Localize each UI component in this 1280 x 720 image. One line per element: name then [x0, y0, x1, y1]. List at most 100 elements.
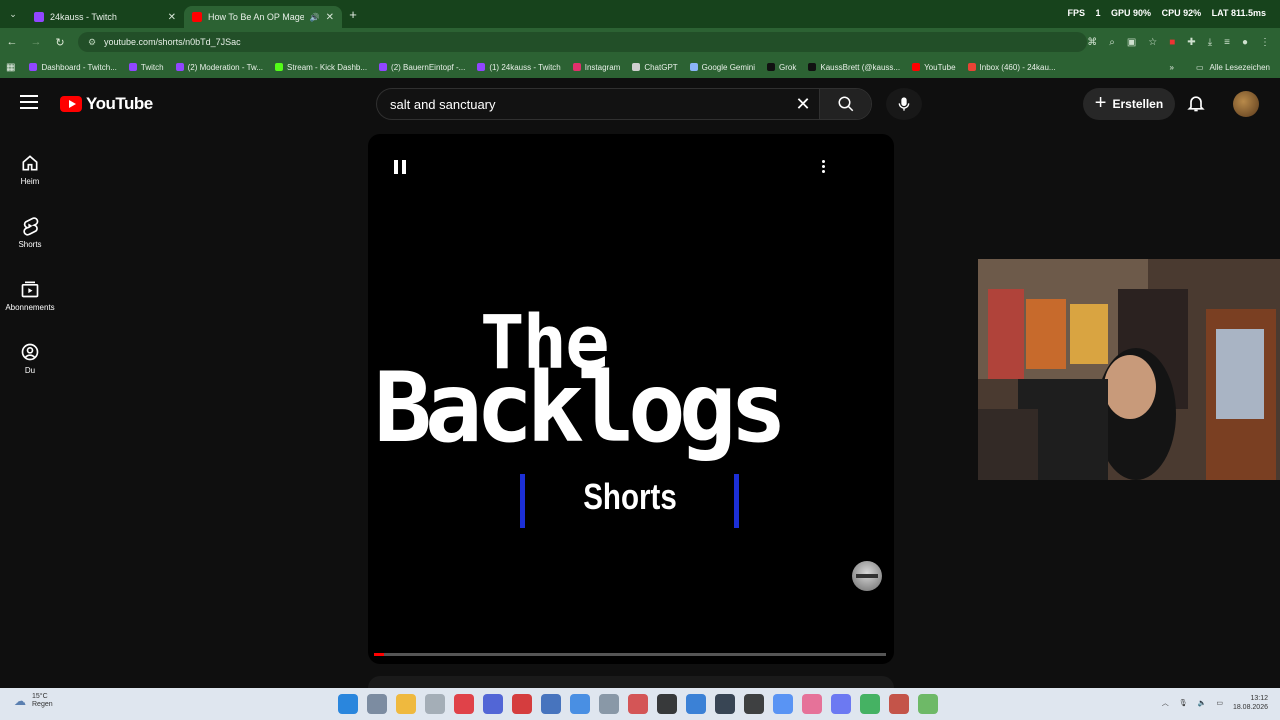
- sidebar-item-you[interactable]: Du: [0, 327, 60, 390]
- menu-kebab-icon[interactable]: ⋮: [1260, 37, 1270, 48]
- tray-chevron-icon[interactable]: ︿: [1162, 698, 1169, 708]
- app-icon[interactable]: [570, 694, 590, 714]
- new-tab-button[interactable]: +: [342, 7, 364, 22]
- app-icon[interactable]: [918, 694, 938, 714]
- bookmark-favicon-icon: [572, 63, 581, 71]
- vpn-icon[interactable]: [483, 694, 503, 714]
- speaker-icon[interactable]: 🔊: [310, 13, 320, 22]
- tab-youtube[interactable]: How To Be An OP Mage Be 🔊 ✕: [184, 6, 342, 28]
- weather-widget[interactable]: ☁ 15°C Regen: [14, 693, 53, 710]
- more-bookmarks-icon[interactable]: »: [1170, 63, 1174, 72]
- youtube-logo[interactable]: YouTube: [60, 94, 153, 114]
- bookmark-item[interactable]: ChatGPT: [632, 63, 678, 72]
- sidebar-item-label: Abonnements: [5, 303, 55, 312]
- discord-icon[interactable]: [831, 694, 851, 714]
- translate-icon[interactable]: ⌘: [1087, 37, 1097, 48]
- bookmark-label: Grok: [779, 62, 797, 72]
- profile-icon[interactable]: ●: [1242, 37, 1248, 48]
- close-tab-icon[interactable]: ✕: [168, 12, 176, 23]
- url-field[interactable]: ⚙ youtube.com/shorts/n0bTd_7JSac: [77, 32, 1088, 52]
- zoom-icon[interactable]: ⌕: [1109, 37, 1115, 48]
- bookmark-item[interactable]: KaussBrett (@kauss...: [808, 63, 900, 72]
- sidebar-item-shorts[interactable]: Shorts: [0, 201, 60, 264]
- search-taskbar-icon[interactable]: [367, 694, 387, 714]
- clock-date: 18.08.2026: [1232, 704, 1268, 712]
- bookmark-item[interactable]: (2) BauernEintopf -...: [379, 63, 465, 72]
- search-button[interactable]: [819, 89, 871, 119]
- all-bookmarks[interactable]: » ▭ Alle Lesezeichen: [1170, 63, 1271, 72]
- app-icon[interactable]: [686, 694, 706, 714]
- adblock-icon[interactable]: ■: [1169, 37, 1175, 48]
- reload-icon[interactable]: ↻: [48, 36, 72, 49]
- bookmark-item[interactable]: Inbox (460) - 24kau...: [967, 63, 1056, 72]
- sidebar-item-label: Heim: [20, 177, 40, 186]
- bookmark-label: (2) BauernEintopf -...: [391, 62, 466, 72]
- url-text: youtube.com/shorts/n0bTd_7JSac: [104, 37, 241, 47]
- tab-search-button[interactable]: ⌄: [0, 0, 26, 28]
- more-options-icon[interactable]: [822, 160, 826, 173]
- chrome-icon[interactable]: [773, 694, 793, 714]
- bookmark-item[interactable]: Google Gemini: [689, 63, 755, 72]
- create-button[interactable]: + Erstellen: [1083, 88, 1175, 120]
- obs-icon[interactable]: [541, 694, 561, 714]
- tab-twitch[interactable]: 24kauss - Twitch ✕: [26, 6, 184, 28]
- microphone-tray-icon[interactable]: 🎙: [1179, 699, 1188, 707]
- bookmark-favicon-icon: [767, 63, 776, 71]
- sidebar-item-home[interactable]: Heim: [0, 138, 60, 201]
- notifications-bell-icon[interactable]: [1186, 92, 1206, 119]
- bookmark-favicon-icon: [275, 63, 284, 71]
- download-icon[interactable]: ⤓: [1208, 37, 1212, 48]
- install-icon[interactable]: ▣: [1127, 37, 1136, 48]
- shorts-video-player[interactable]: The Backlogs Shorts: [368, 134, 894, 664]
- bookmark-item[interactable]: Instagram: [572, 63, 620, 72]
- back-arrow-icon[interactable]: ←: [0, 36, 24, 48]
- file-explorer-icon[interactable]: [396, 694, 416, 714]
- close-tab-icon[interactable]: ✕: [326, 12, 334, 23]
- bookmark-label: Twitch: [140, 62, 164, 72]
- clock[interactable]: 13:12 18.08.2026: [1233, 694, 1268, 712]
- app-icon[interactable]: [454, 694, 474, 714]
- forward-arrow-icon[interactable]: →: [24, 36, 48, 48]
- bookmark-item[interactable]: Twitch: [128, 62, 164, 72]
- app-icon[interactable]: [512, 694, 532, 714]
- display-tray-icon[interactable]: ▭: [1216, 699, 1223, 707]
- video-progress-bar[interactable]: [374, 653, 886, 656]
- site-info-icon[interactable]: ⚙: [88, 37, 96, 48]
- clear-search-icon[interactable]: ✕: [787, 94, 819, 115]
- speaker-tray-icon[interactable]: 🔈: [1198, 699, 1207, 707]
- app-icon[interactable]: [657, 694, 677, 714]
- search-box: salt and sanctuary ✕: [376, 88, 872, 120]
- windows-start-icon[interactable]: [338, 694, 358, 714]
- next-short-preview[interactable]: [368, 676, 894, 688]
- gpu-stat: GPU 90%: [1111, 8, 1152, 18]
- performance-overlay: FPS 1 GPU 90% CPU 92% LAT 811.5ms: [1059, 8, 1266, 18]
- folder-icon: ▭: [1195, 62, 1204, 72]
- steam-icon[interactable]: [715, 694, 735, 714]
- app-icon[interactable]: [860, 694, 880, 714]
- app-icon[interactable]: [744, 694, 764, 714]
- account-avatar[interactable]: [1233, 91, 1259, 117]
- bookmark-item[interactable]: (1) 24kauss - Twitch: [477, 63, 561, 72]
- app-icon[interactable]: [802, 694, 822, 714]
- voice-search-button[interactable]: [886, 88, 922, 120]
- apps-grid-icon[interactable]: ▦: [6, 62, 15, 73]
- bookmark-item[interactable]: Grok: [767, 63, 796, 72]
- bookmark-star-icon[interactable]: ☆: [1148, 37, 1157, 48]
- app-icon[interactable]: [628, 694, 648, 714]
- lat-stat: LAT 811.5ms: [1211, 8, 1266, 18]
- bookmark-item[interactable]: Stream - Kick Dashb...: [275, 63, 367, 72]
- bookmark-item[interactable]: (2) Moderation - Tw...: [175, 63, 263, 72]
- youtube-favicon-icon: [192, 12, 202, 22]
- sidebar-item-subscriptions[interactable]: Abonnements: [0, 264, 60, 327]
- bookmark-item[interactable]: YouTube: [912, 63, 956, 72]
- hamburger-menu-icon[interactable]: [20, 95, 38, 109]
- lock-icon[interactable]: [425, 694, 445, 714]
- app-icon[interactable]: [889, 694, 909, 714]
- pause-icon[interactable]: [394, 160, 406, 174]
- settings-icon[interactable]: [599, 694, 619, 714]
- extensions-icon[interactable]: ✚: [1187, 37, 1195, 48]
- create-label: Erstellen: [1112, 97, 1164, 111]
- search-input[interactable]: salt and sanctuary: [377, 97, 787, 112]
- reading-list-icon[interactable]: ≡: [1224, 37, 1230, 48]
- bookmark-item[interactable]: Dashboard - Twitch...: [29, 63, 117, 72]
